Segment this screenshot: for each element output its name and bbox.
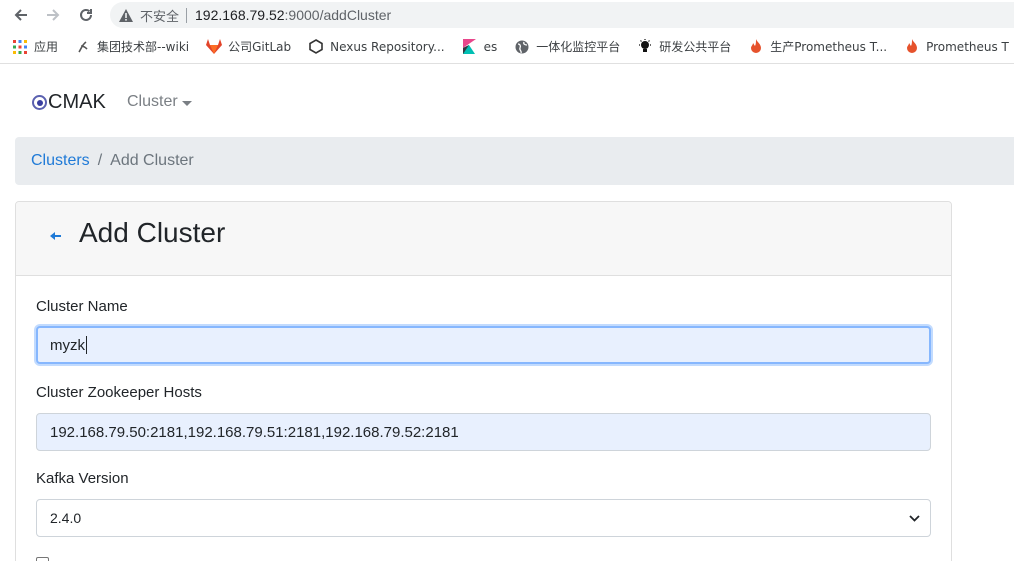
back-arrow-icon[interactable] [49,229,63,243]
bulb-icon [637,39,653,55]
back-arrow-icon[interactable] [10,4,32,26]
zk-hosts-input[interactable]: 192.168.79.50:2181,192.168.79.51:2181,19… [36,413,931,451]
prometheus-icon [748,39,764,55]
cluster-dropdown[interactable]: Cluster [127,93,192,111]
bookmarks-bar: 应用 集团技术部--wiki 公司GitLab Nexus Repository… [0,33,1014,60]
bookmark-label: 公司GitLab [228,40,292,54]
cluster-name-value: myzk [50,336,85,354]
bookmark-label: 研发公共平台 [659,40,732,54]
app-navbar: CMAK Cluster [0,64,1014,137]
zk-hosts-label: Cluster Zookeeper Hosts [36,384,202,401]
caret-down-icon [181,100,192,106]
warning-triangle-icon [118,7,134,23]
cluster-name-label: Cluster Name [36,298,128,315]
bookmark-rd-platform[interactable]: 研发公共平台 [637,38,731,55]
nexus-icon [308,39,324,55]
kafka-version-select[interactable]: 2.4.0 [36,499,931,537]
breadcrumb-clusters-link[interactable]: Clusters [31,152,90,170]
globe-icon [514,39,530,55]
address-bar[interactable]: 不安全 192.168.79.52:9000/addCluster [110,2,1014,28]
bookmark-label: 一体化监控平台 [536,40,621,54]
brand-link[interactable]: CMAK [32,91,106,114]
url-path: :9000/addCluster [284,7,392,23]
bookmark-label: es [483,39,498,54]
bookmark-label: Prometheus T [926,39,1009,54]
reload-icon[interactable] [75,4,97,26]
text-cursor [86,336,87,354]
add-cluster-card: Add Cluster Cluster Name myzk Cluster Zo… [15,201,952,561]
bookmark-prometheus[interactable]: Prometheus T [904,39,1009,55]
kafka-version-label: Kafka Version [36,470,129,487]
bookmark-wiki[interactable]: 集团技术部--wiki [75,38,189,55]
bookmark-label: 集团技术部--wiki [97,40,190,54]
prometheus-icon [904,39,920,55]
bookmark-monitor[interactable]: 一体化监控平台 [514,38,620,55]
insecure-label: 不安全 [140,8,180,24]
jmx-polling-checkbox[interactable] [36,557,49,561]
breadcrumb: Clusters / Add Cluster [15,137,1014,185]
cluster-dropdown-label: Cluster [127,93,178,110]
cmak-logo-icon [32,95,47,110]
bookmark-nexus[interactable]: Nexus Repository... [308,39,445,55]
bookmark-label: 生产Prometheus T... [770,40,888,54]
apps-grid-icon [12,39,28,55]
kafka-version-value: 2.4.0 [50,510,82,526]
cluster-name-input[interactable]: myzk [36,326,931,364]
forward-arrow-icon[interactable] [42,4,64,26]
wiki-icon [75,39,91,55]
kibana-icon [462,39,478,55]
card-header: Add Cluster [16,202,951,276]
chevron-down-icon [908,512,920,524]
bookmark-es[interactable]: es [462,39,498,55]
bookmark-label: Nexus Repository... [330,39,445,54]
jmx-polling-row[interactable] [36,557,59,561]
page-title: Add Cluster [79,217,226,248]
bookmark-label: 应用 [34,40,59,54]
bookmark-apps[interactable]: 应用 [12,38,58,55]
bookmark-prometheus-prod[interactable]: 生产Prometheus T... [748,38,887,55]
breadcrumb-divider: / [97,152,103,169]
address-separator [186,7,188,23]
zk-hosts-value: 192.168.79.50:2181,192.168.79.51:2181,19… [50,423,459,441]
gitlab-icon [206,39,223,55]
url-host: 192.168.79.52 [195,7,285,23]
breadcrumb-current: Add Cluster [110,152,194,169]
bookmark-gitlab[interactable]: 公司GitLab [206,38,291,55]
browser-toolbar: 不安全 192.168.79.52:9000/addCluster [0,0,1014,30]
brand-text: CMAK [48,91,106,113]
